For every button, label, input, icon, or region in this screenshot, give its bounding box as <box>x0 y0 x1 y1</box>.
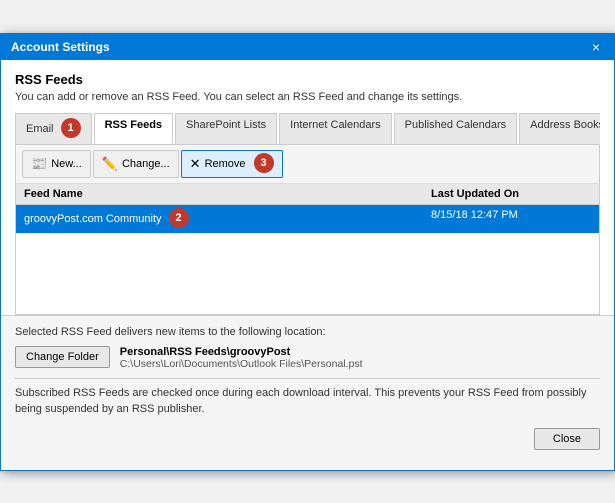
note-text: Subscribed RSS Feeds are checked once du… <box>15 385 600 418</box>
toolbar: 📰 New... ✏️ Change... ✕ Remove 3 <box>16 145 599 184</box>
separator <box>15 378 600 379</box>
tab-address-books[interactable]: Address Books <box>519 113 600 144</box>
title-bar: Account Settings × <box>1 34 614 60</box>
window-close-button[interactable]: × <box>588 40 604 54</box>
window-title: Account Settings <box>11 40 110 54</box>
tab-rss-feeds[interactable]: RSS Feeds <box>94 113 173 144</box>
table-header: Feed Name Last Updated On <box>16 184 599 205</box>
content-area: RSS Feeds You can add or remove an RSS F… <box>1 60 614 316</box>
section-title: RSS Feeds <box>15 72 600 87</box>
tab-email[interactable]: Email 1 <box>15 113 92 144</box>
bottom-section: Selected RSS Feed delivers new items to … <box>1 316 614 470</box>
new-button[interactable]: 📰 New... <box>22 150 91 178</box>
account-settings-window: Account Settings × RSS Feeds You can add… <box>0 33 615 471</box>
section-desc: You can add or remove an RSS Feed. You c… <box>15 91 600 103</box>
new-icon: 📰 <box>31 157 47 170</box>
tab-content: 📰 New... ✏️ Change... ✕ Remove 3 Feed Na… <box>15 144 600 315</box>
tab-internet-calendars[interactable]: Internet Calendars <box>279 113 392 144</box>
remove-button[interactable]: ✕ Remove 3 <box>181 150 283 178</box>
empty-table-area <box>16 234 599 314</box>
change-icon: ✏️ <box>102 157 118 170</box>
feed-name-cell: groovyPost.com Community 2 <box>24 209 431 229</box>
new-label: New... <box>51 158 82 170</box>
close-row: Close <box>15 428 600 460</box>
table-row[interactable]: groovyPost.com Community 2 8/15/18 12:47… <box>16 205 599 234</box>
bottom-info-label: Selected RSS Feed delivers new items to … <box>15 326 600 338</box>
col-feed-name: Feed Name <box>24 188 431 200</box>
remove-icon: ✕ <box>190 157 201 170</box>
change-folder-button[interactable]: Change Folder <box>15 346 110 368</box>
tab-published-calendars[interactable]: Published Calendars <box>394 113 518 144</box>
change-label: Change... <box>122 158 170 170</box>
annotation-3: 3 <box>254 153 274 173</box>
tab-sharepoint[interactable]: SharePoint Lists <box>175 113 277 144</box>
col-last-updated: Last Updated On <box>431 188 591 200</box>
folder-path: Personal\RSS Feeds\groovyPost <box>120 346 363 358</box>
file-path: C:\Users\Lori\Documents\Outlook Files\Pe… <box>120 358 363 370</box>
feed-updated-cell: 8/15/18 12:47 PM <box>431 209 591 229</box>
change-button[interactable]: ✏️ Change... <box>93 150 179 178</box>
close-button[interactable]: Close <box>534 428 600 450</box>
remove-label: Remove <box>205 158 246 170</box>
annotation-2: 2 <box>169 208 189 228</box>
tab-bar: Email 1 RSS Feeds SharePoint Lists Inter… <box>15 113 600 144</box>
folder-info: Personal\RSS Feeds\groovyPost C:\Users\L… <box>120 346 363 370</box>
table-area: Feed Name Last Updated On groovyPost.com… <box>16 184 599 314</box>
annotation-1: 1 <box>61 118 81 138</box>
change-folder-row: Change Folder Personal\RSS Feeds\groovyP… <box>15 346 600 370</box>
